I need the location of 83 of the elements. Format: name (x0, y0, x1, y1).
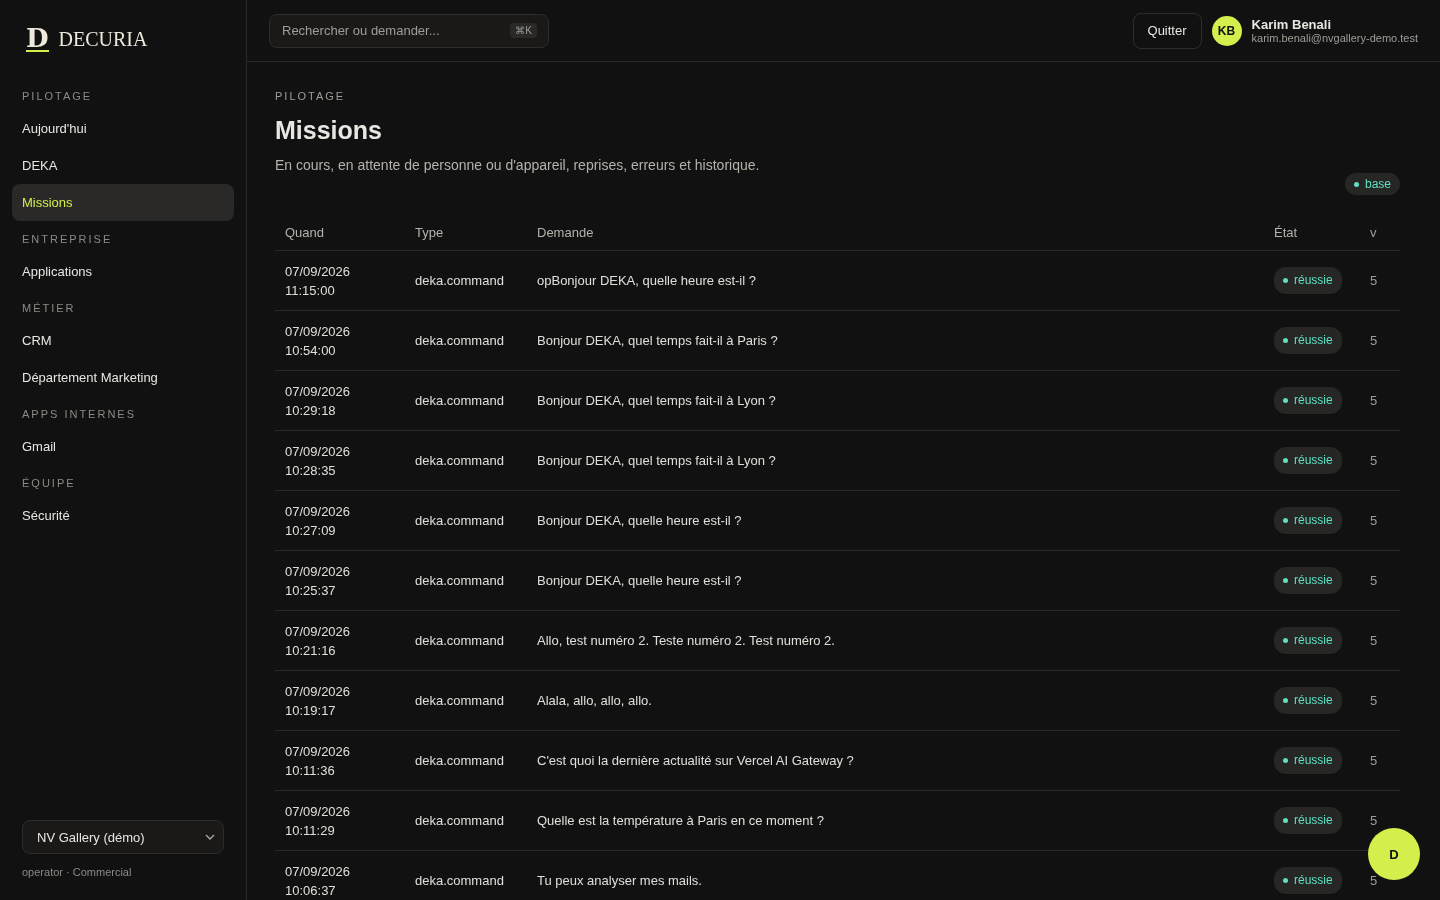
status-badge: réussie (1274, 687, 1342, 714)
quit-button[interactable]: Quitter (1132, 12, 1202, 49)
table-cell: deka.command (405, 430, 527, 491)
table-cell: 5 (1360, 610, 1400, 671)
table-cell: 5 (1360, 670, 1400, 731)
table-cell: deka.command (405, 670, 527, 731)
table-cell: deka.command (405, 550, 527, 611)
table-cell: deka.command (405, 730, 527, 791)
sidebar-item[interactable]: Gmail (12, 428, 234, 465)
table-cell: deka.command (405, 310, 527, 371)
user-avatar[interactable]: KB (1211, 15, 1242, 46)
table-cell: 07/09/2026 10:29:18 (275, 370, 405, 431)
column-header: Demande (527, 215, 1264, 251)
page-eyebrow: PILOTAGE (275, 90, 347, 102)
sidebar-item[interactable]: Sécurité (12, 497, 234, 534)
table-cell: 07/09/2026 10:11:36 (275, 730, 405, 791)
table-cell: Alala, allo, allo, allo. (527, 670, 1264, 731)
table-cell: 07/09/2026 10:21:16 (275, 610, 405, 671)
table-cell: Allo, test numéro 2. Teste numéro 2. Test numéro 2. (527, 610, 1264, 671)
table-cell: 5 (1360, 370, 1400, 431)
table-cell: 5 (1360, 730, 1400, 791)
table-cell: deka.command (405, 250, 527, 311)
workspace-select[interactable]: NV Gallery (démo) (22, 820, 224, 854)
status-badge: réussie (1274, 747, 1342, 774)
table-cell: 5 (1360, 490, 1400, 551)
table-cell: 5 (1360, 250, 1400, 311)
column-header: État (1264, 215, 1360, 251)
column-header: Type (405, 215, 527, 251)
table-cell: 5 (1360, 430, 1400, 491)
sidebar-item[interactable]: Applications (12, 253, 234, 290)
chevron-icon (205, 834, 215, 840)
column-header: v (1360, 215, 1400, 251)
table-cell: 07/09/2026 10:11:29 (275, 790, 405, 851)
table-cell: 07/09/2026 10:28:35 (275, 430, 405, 491)
column-header: Quand (275, 215, 405, 251)
user-email: karim.benali@nvgallery-demo.test (1251, 32, 1418, 44)
section-title: PILOTAGE (21, 89, 94, 104)
page-description: En cours, en attente de personne ou d'appareil, reprises, erreurs et historique. (275, 157, 760, 173)
table-cell: Bonjour DEKA, quel temps fait-il à Lyon ? (527, 370, 1264, 431)
section-title: ENTREPRISE (21, 232, 114, 247)
table-cell: Bonjour DEKA, quel temps fait-il à Paris ? (527, 310, 1264, 371)
table-cell: deka.command (405, 790, 527, 851)
table-cell: 07/09/2026 10:25:37 (275, 550, 405, 611)
sidebar-item[interactable]: Aujourd'hui (12, 110, 234, 147)
table-cell: opBonjour DEKA, quelle heure est-il ? (527, 250, 1264, 311)
section-title: APPS INTERNES (21, 407, 138, 422)
brand-name: DECURIA (58, 27, 148, 51)
environment-tag: base (1344, 173, 1400, 195)
user-name: Karim Benali (1251, 17, 1332, 32)
status-badge: réussie (1274, 447, 1342, 474)
table-cell: Bonjour DEKA, quel temps fait-il à Lyon ? (527, 430, 1264, 491)
table-cell: Quelle est la température à Paris en ce moment ? (527, 790, 1264, 851)
page-title: Missions (275, 116, 383, 145)
table-cell: 07/09/2026 10:27:09 (275, 490, 405, 551)
table-cell: 5 (1360, 310, 1400, 371)
section-title: ÉQUIPE (21, 476, 77, 491)
status-badge: réussie (1274, 807, 1342, 834)
status-badge: réussie (1274, 867, 1342, 894)
status-badge: réussie (1274, 627, 1342, 654)
sidebar-item[interactable]: DEKA (12, 147, 234, 184)
status-badge: réussie (1274, 387, 1342, 414)
section-title: MÉTIER (21, 301, 77, 316)
table-cell: Bonjour DEKA, quelle heure est-il ? (527, 490, 1264, 551)
table-cell: deka.command (405, 850, 527, 900)
table-cell: 5 (1360, 550, 1400, 611)
status-badge: réussie (1274, 567, 1342, 594)
role-label: operator · Commercial (21, 865, 133, 878)
table-cell: Bonjour DEKA, quelle heure est-il ? (527, 550, 1264, 611)
table-cell: deka.command (405, 490, 527, 551)
status-badge: réussie (1274, 507, 1342, 534)
table-cell: Tu peux analyser mes mails. (527, 850, 1264, 900)
sidebar-item[interactable]: Missions (12, 184, 234, 221)
status-badge: réussie (1274, 267, 1342, 294)
sidebar-item[interactable]: Département Marketing (12, 359, 234, 396)
table-cell: C'est quoi la dernière actualité sur Vercel AI Gateway ? (527, 730, 1264, 791)
table-cell: 07/09/2026 10:06:37 (275, 850, 405, 900)
table-cell: 07/09/2026 11:15:00 (275, 250, 405, 311)
sidebar-item[interactable]: CRM (12, 322, 234, 359)
table-cell: deka.command (405, 370, 527, 431)
table-cell: 07/09/2026 10:19:17 (275, 670, 405, 731)
status-badge: réussie (1274, 327, 1342, 354)
table-cell: 07/09/2026 10:54:00 (275, 310, 405, 371)
table-cell: deka.command (405, 610, 527, 671)
